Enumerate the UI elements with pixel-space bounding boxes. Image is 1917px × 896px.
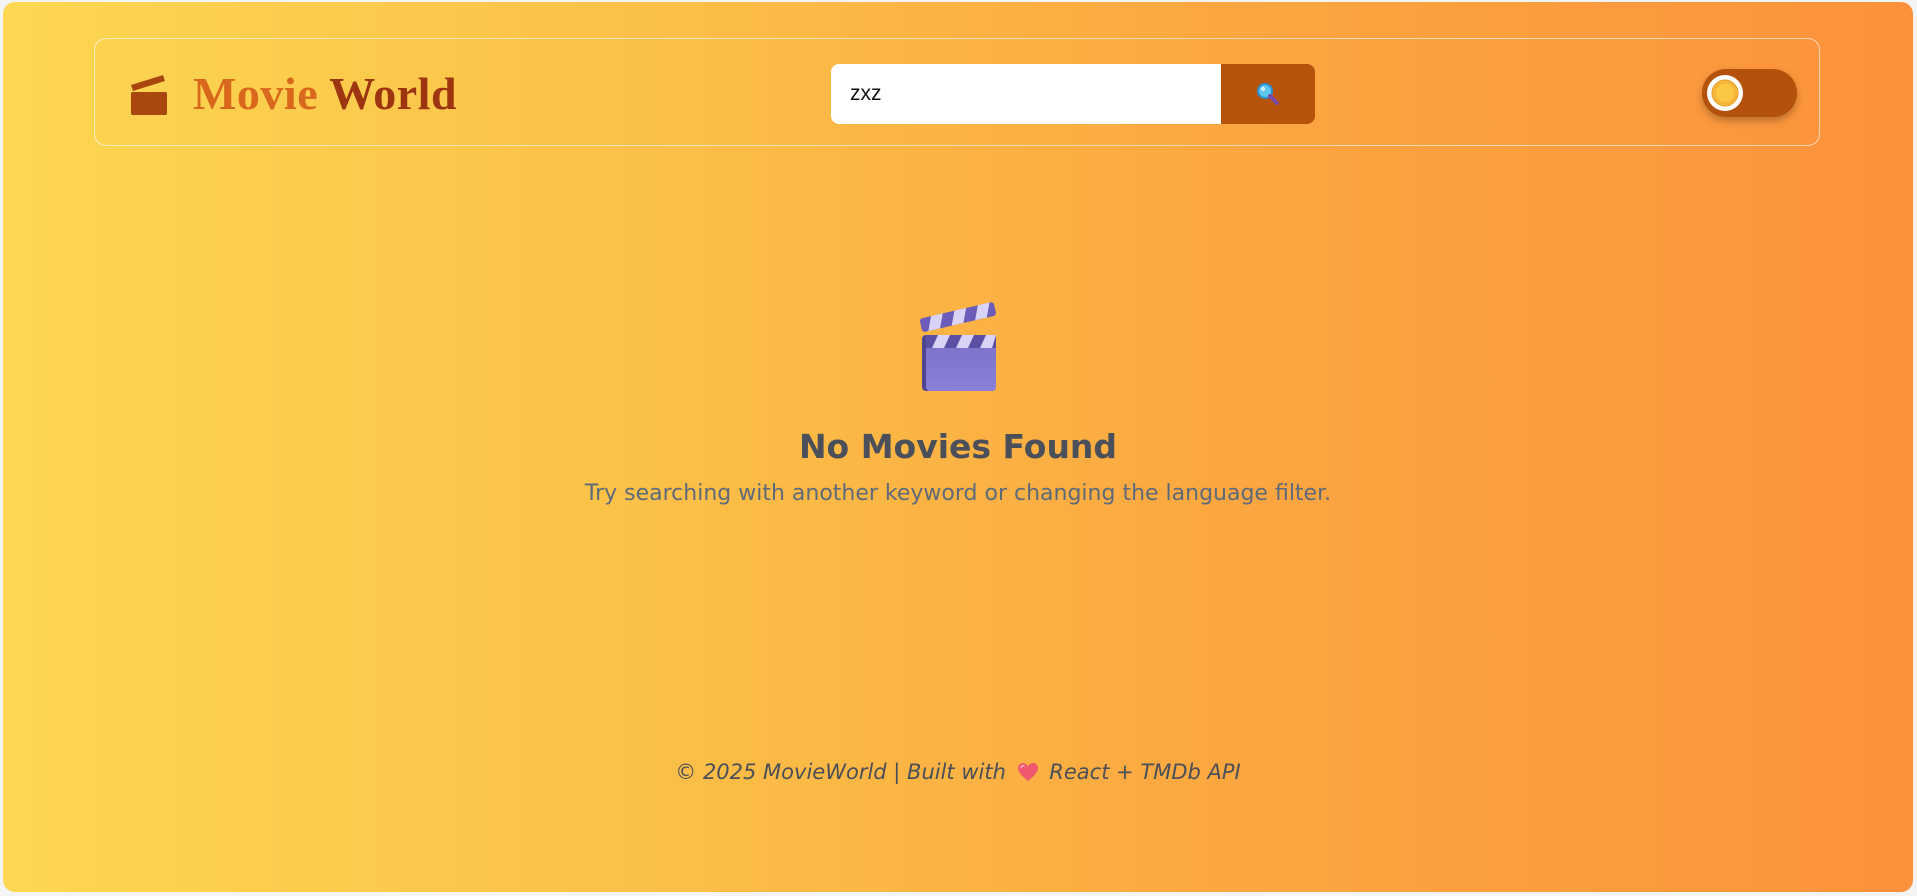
sun-icon bbox=[1711, 79, 1739, 107]
top-bar: Movie World bbox=[94, 38, 1820, 146]
heart-icon bbox=[1017, 763, 1038, 781]
empty-state: No Movies Found Try searching with anoth… bbox=[3, 302, 1913, 509]
theme-toggle-knob bbox=[1707, 75, 1743, 111]
search-input[interactable] bbox=[831, 64, 1221, 124]
footer-text-before: © 2025 MovieWorld | Built with bbox=[675, 760, 1006, 784]
magnifier-icon bbox=[1257, 83, 1279, 105]
empty-state-message: Try searching with another keyword or ch… bbox=[584, 481, 1332, 506]
clapperboard-icon bbox=[131, 75, 167, 115]
search-bar bbox=[831, 64, 1315, 124]
brand-word-world: World bbox=[329, 68, 458, 119]
footer: © 2025 MovieWorld | Built with React + T… bbox=[3, 757, 1913, 787]
empty-state-title: No Movies Found bbox=[798, 427, 1118, 466]
brand-word-movie: Movie bbox=[193, 68, 319, 119]
brand-title: Movie World bbox=[193, 69, 457, 119]
clapperboard-icon bbox=[919, 302, 996, 391]
app-container: Movie World zxz No Movies Found Try sear… bbox=[3, 2, 1913, 892]
footer-text-after: React + TMDb API bbox=[1049, 760, 1241, 784]
search-button[interactable] bbox=[1221, 64, 1315, 124]
brand-logo[interactable]: Movie World bbox=[129, 69, 457, 119]
theme-toggle[interactable] bbox=[1702, 69, 1797, 117]
